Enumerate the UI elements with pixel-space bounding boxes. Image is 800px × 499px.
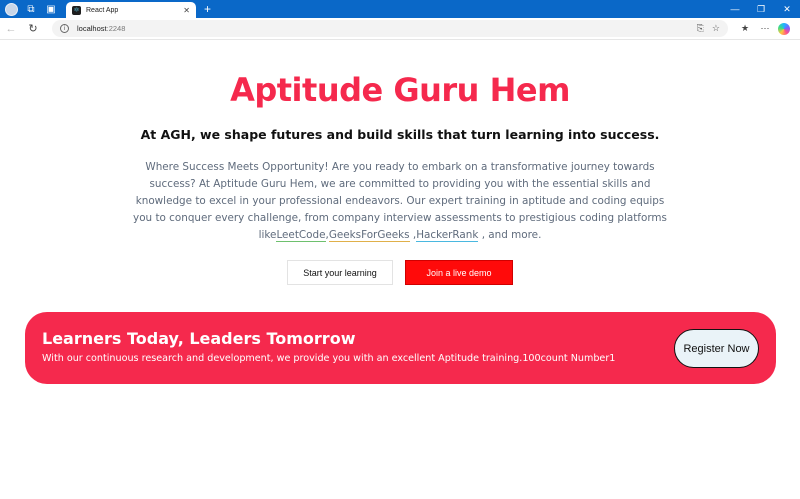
toolbar-icons: ★ ⋯ xyxy=(738,22,790,36)
description-suffix: , and more. xyxy=(478,229,542,241)
page-title: Aptitude Guru Hem xyxy=(230,71,570,109)
window-close-icon[interactable]: ✕ xyxy=(774,0,800,18)
url-text[interactable]: localhost:2248 xyxy=(77,24,689,33)
browser-titlebar: ⧉ ▣ ⚛ React App ✕ + — ❐ ✕ xyxy=(0,0,800,18)
address-bar[interactable]: i localhost:2248 ⎘ ☆ xyxy=(52,20,728,37)
start-learning-button[interactable]: Start your learning xyxy=(287,260,393,285)
back-icon[interactable]: ← xyxy=(0,18,22,40)
workspaces-icon[interactable]: ⧉ xyxy=(24,2,38,16)
tab-title: React App xyxy=(86,6,119,14)
promo-banner: Learners Today, Leaders Tomorrow With ou… xyxy=(25,312,776,384)
page-content: Aptitude Guru Hem At AGH, we shape futur… xyxy=(0,41,800,499)
minimize-icon[interactable]: — xyxy=(722,0,748,18)
info-icon[interactable]: i xyxy=(60,24,69,33)
more-icon[interactable]: ⋯ xyxy=(758,22,772,36)
favorite-star-icon[interactable]: ☆ xyxy=(712,23,720,34)
copilot-icon[interactable] xyxy=(778,22,790,35)
leetcode-link[interactable]: LeetCode xyxy=(276,229,326,242)
hero-buttons: Start your learning Join a live demo xyxy=(0,260,800,285)
register-now-button[interactable]: Register Now xyxy=(674,329,759,368)
browser-tab-react-app[interactable]: ⚛ React App ✕ xyxy=(66,2,196,18)
new-tab-icon[interactable]: + xyxy=(204,0,211,18)
titlebar-left: ⧉ ▣ xyxy=(0,0,58,18)
browser-toolbar: ← ↻ i localhost:2248 ⎘ ☆ ★ ⋯ xyxy=(0,18,800,40)
reload-icon[interactable]: ↻ xyxy=(22,18,44,40)
restore-icon[interactable]: ❐ xyxy=(748,0,774,18)
join-live-demo-button[interactable]: Join a live demo xyxy=(405,260,513,285)
read-aloud-icon[interactable]: ⎘ xyxy=(697,23,704,34)
hero-subtitle: At AGH, we shape futures and build skill… xyxy=(140,127,660,142)
tab-actions-icon[interactable]: ▣ xyxy=(44,2,58,16)
avatar xyxy=(4,2,18,16)
hero-description: Where Success Meets Opportunity! Are you… xyxy=(130,159,670,244)
favorites-icon[interactable]: ★ xyxy=(738,22,752,36)
geeksforgeeks-link[interactable]: GeeksForGeeks xyxy=(328,229,410,242)
react-favicon: ⚛ xyxy=(72,5,81,15)
url-host: localhost xyxy=(77,24,107,33)
banner-title: Learners Today, Leaders Tomorrow xyxy=(42,329,356,348)
url-port: :2248 xyxy=(106,24,126,33)
profile-avatar[interactable] xyxy=(4,2,18,16)
close-icon[interactable]: ✕ xyxy=(183,6,190,15)
hackerrank-link[interactable]: HackerRank xyxy=(416,229,479,242)
window-controls: — ❐ ✕ xyxy=(722,0,800,18)
banner-text: With our continuous research and develop… xyxy=(42,353,616,364)
